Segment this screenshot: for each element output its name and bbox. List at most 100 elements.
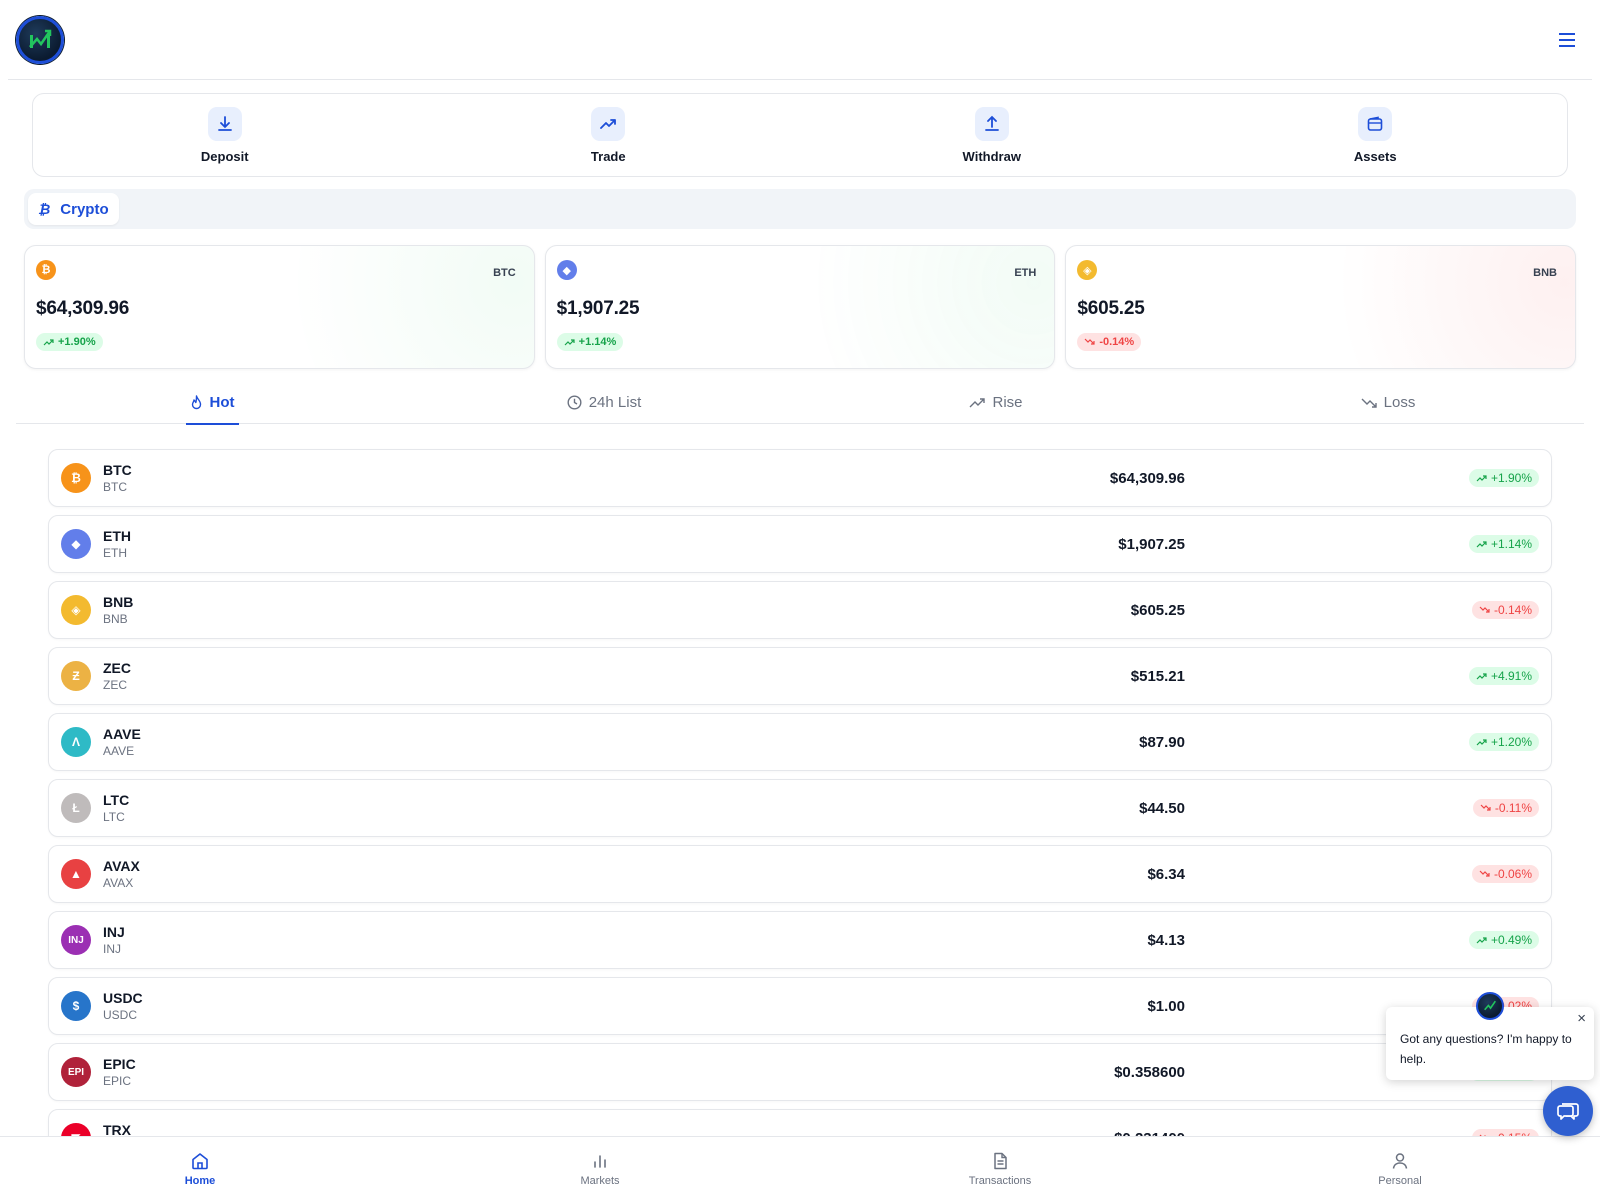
clock-icon	[567, 395, 582, 410]
coin-names: ZEC ZEC	[103, 660, 131, 692]
featured-card-btc[interactable]: ₿ BTC $64,309.96 +1.90%	[24, 245, 535, 369]
bnb-coin-icon: ◈	[1077, 260, 1098, 280]
coin-row-inj[interactable]: INJ INJ INJ $4.13 +0.49%	[48, 911, 1552, 969]
coin-symbol: INJ	[103, 924, 125, 940]
coin-row-avax[interactable]: ▲ AVAX AVAX $6.34 -0.06%	[48, 845, 1552, 903]
change-value: +1.90%	[1490, 471, 1532, 485]
assets-button[interactable]: Assets	[1184, 94, 1568, 176]
coin-subtitle: EPIC	[103, 1074, 132, 1088]
trending-down-icon	[1479, 606, 1490, 613]
hamburger-menu-icon[interactable]	[1554, 26, 1582, 54]
coin-names: AVAX AVAX	[103, 858, 140, 890]
category-tab-crypto[interactable]: ₿ Crypto	[28, 193, 119, 225]
trending-down-icon	[1084, 338, 1095, 345]
coin-names: BTC BTC	[103, 462, 132, 494]
coin-row-zec[interactable]: Ƶ ZEC ZEC $515.21 +4.91%	[48, 647, 1552, 705]
featured-card-eth[interactable]: ◆ ETH $1,907.25 +1.14%	[544, 245, 1056, 369]
tab-rise[interactable]: Rise	[965, 382, 1026, 424]
coin-price: $515.21	[1130, 667, 1185, 685]
flame-icon	[191, 395, 201, 410]
tab-24h-list[interactable]: 24h List	[563, 382, 646, 424]
card-symbol: BNB	[1533, 267, 1558, 279]
coin-subtitle: ZEC	[103, 678, 127, 692]
chat-message: Got any questions? I'm happy to help.	[1400, 1032, 1572, 1066]
coin-row-btc[interactable]: ₿ BTC BTC $64,309.96 +1.90%	[48, 449, 1552, 507]
change-badge: -0.11%	[1472, 799, 1539, 817]
coin-symbol: BNB	[103, 594, 134, 610]
deposit-button[interactable]: Deposit	[33, 94, 417, 176]
trending-down-icon	[1479, 870, 1490, 877]
card-symbol: ETH	[1014, 267, 1037, 279]
close-icon[interactable]: ×	[1577, 1011, 1586, 1027]
trending-up-icon	[1476, 475, 1487, 482]
coin-names: ETH ETH	[103, 528, 131, 560]
coin-subtitle: AVAX	[103, 876, 134, 890]
category-bar: ₿ Crypto	[24, 189, 1576, 229]
inj-coin-icon: INJ	[61, 925, 91, 955]
upload-icon	[974, 106, 1009, 141]
trending-down-icon	[1480, 804, 1491, 811]
change-value: -0.14%	[1099, 336, 1135, 348]
trending-down-icon	[1361, 398, 1377, 408]
coin-symbol: ZEC	[103, 660, 131, 676]
coin-subtitle: LTC	[103, 810, 125, 824]
btc-coin-icon: ₿	[36, 260, 56, 280]
change-value: -0.11%	[1494, 801, 1532, 815]
coin-symbol: BTC	[103, 462, 132, 478]
coin-price: $87.90	[1139, 733, 1185, 751]
coin-names: INJ INJ	[103, 924, 125, 956]
bitcoin-icon: ₿	[38, 201, 51, 217]
tab-hot[interactable]: Hot	[185, 382, 239, 425]
trending-up-icon	[969, 397, 986, 407]
trending-up-icon	[564, 339, 575, 346]
nav-markets[interactable]: Markets	[400, 1137, 800, 1200]
eth-coin-icon: ◆	[556, 260, 577, 280]
quick-actions: Deposit Trade Withdraw Assets	[32, 93, 1568, 177]
coin-names: AAVE AAVE	[103, 726, 141, 758]
coin-price: $1,907.25	[1118, 535, 1185, 553]
coin-subtitle: INJ	[103, 942, 121, 956]
nav-personal[interactable]: Personal	[1200, 1137, 1600, 1200]
coin-row-epic[interactable]: EPIEPICEPIC$0.358600+0.00%	[48, 1043, 1552, 1101]
change-value: +4.91%	[1490, 669, 1532, 683]
change-value: -0.06%	[1493, 867, 1532, 881]
trending-up-icon	[1476, 739, 1487, 746]
change-value: +1.20%	[1490, 735, 1532, 749]
coin-row-aave[interactable]: Λ AAVE AAVE $87.90 +1.20%	[48, 713, 1552, 771]
change-value: +1.90%	[58, 336, 96, 348]
coin-row-usdc[interactable]: $ USDC USDC $1.00 -0.02%	[48, 977, 1552, 1035]
coin-subtitle: BNB	[103, 612, 128, 626]
bottom-nav: Home Markets Transactions Personal	[0, 1136, 1600, 1200]
coin-row-eth[interactable]: ◆ ETH ETH $1,907.25 +1.14%	[48, 515, 1552, 573]
nav-transactions[interactable]: Transactions	[800, 1137, 1200, 1200]
coin-subtitle: USDC	[103, 1008, 138, 1022]
category-label: Crypto	[60, 200, 109, 218]
change-badge: -0.06%	[1471, 865, 1539, 883]
coin-symbol: LTC	[103, 792, 130, 808]
card-symbol: BTC	[493, 267, 516, 279]
coin-row-ltc[interactable]: Ł LTC LTC $44.50 -0.11%	[48, 779, 1552, 837]
deposit-label: Deposit	[200, 148, 249, 164]
featured-card-bnb[interactable]: ◈ BNB $605.25 -0.14%	[1065, 245, 1577, 369]
tab-label: Rise	[992, 394, 1023, 411]
market-tabs: Hot 24h List Rise Loss	[16, 382, 1584, 425]
nav-home[interactable]: Home	[0, 1137, 400, 1200]
tab-loss[interactable]: Loss	[1357, 382, 1420, 424]
trend-logo-icon[interactable]	[16, 15, 64, 64]
coin-symbol: ETH	[103, 528, 131, 544]
trending-up-icon	[591, 106, 626, 141]
change-value: +1.14%	[578, 336, 617, 348]
change-badge: -0.14%	[1077, 333, 1142, 351]
coin-names: BNB BNB	[103, 594, 133, 626]
nav-label: Personal	[1378, 1174, 1422, 1187]
zec-coin-icon: Ƶ	[61, 661, 91, 691]
eth-coin-icon: ◆	[61, 529, 91, 559]
change-badge: +0.49%	[1468, 931, 1539, 949]
nav-label: Home	[184, 1174, 216, 1187]
nav-label: Markets	[580, 1174, 620, 1187]
withdraw-button[interactable]: Withdraw	[800, 94, 1184, 176]
trade-button[interactable]: Trade	[417, 94, 801, 176]
chat-open-button[interactable]	[1543, 1086, 1593, 1136]
coin-names: USDC USDC	[103, 990, 143, 1022]
coin-row-bnb[interactable]: ◈ BNB BNB $605.25 -0.14%	[48, 581, 1552, 639]
